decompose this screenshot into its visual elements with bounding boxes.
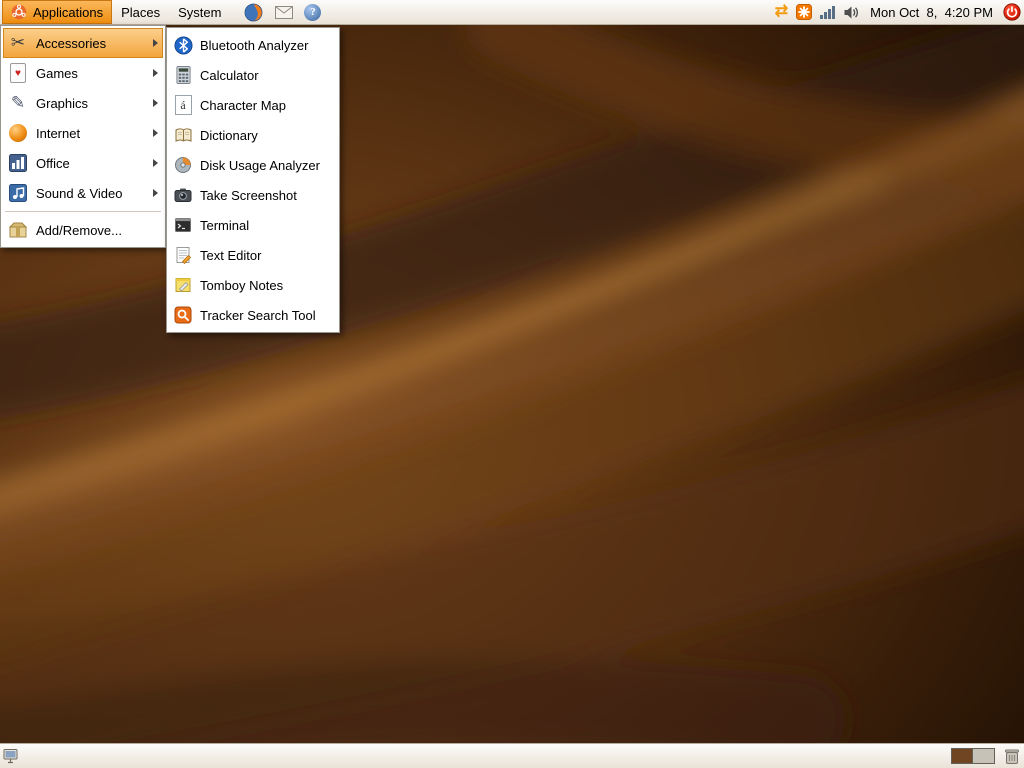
system-tray: Mon Oct 8, 4:20 PM [775,0,1024,24]
dictionary-icon [172,123,194,147]
office-icon [6,151,30,175]
menu-item-graphics[interactable]: Graphics [3,88,163,118]
bottom-panel [0,743,1024,768]
menu-item-accessories[interactable]: Accessories [3,28,163,58]
sound-video-icon [6,181,30,205]
menu-separator [5,211,161,212]
clock[interactable]: Mon Oct 8, 4:20 PM [868,5,995,20]
applications-dropdown-menu: Accessories Games Graphics Internet [0,25,166,248]
trash-icon[interactable] [1003,747,1021,765]
panel-launchers [242,1,322,23]
bluetooth-icon [172,33,194,57]
desktop-screen: Applications Places System ? ⇄ Mon Oct 8… [0,0,1024,768]
submenu-item-disk-usage-analyzer[interactable]: Disk Usage Analyzer [169,150,337,180]
show-desktop-icon[interactable] [3,747,21,765]
submenu-item-text-editor[interactable]: Text Editor [169,240,337,270]
submenu-item-character-map[interactable]: Character Map [169,90,337,120]
submenu-item-tracker-search-tool[interactable]: Tracker Search Tool [169,300,337,330]
screenshot-icon [172,183,194,207]
calculator-icon [172,63,194,87]
firefox-icon[interactable] [242,1,264,23]
submenu-item-terminal[interactable]: Terminal [169,210,337,240]
menu-item-sound-video[interactable]: Sound & Video [3,178,163,208]
software-update-icon[interactable] [796,4,813,20]
accessories-icon [6,31,30,55]
applications-menu-label: Applications [33,4,104,20]
submenu-arrow-icon [153,189,158,197]
submenu-item-calculator[interactable]: Calculator [169,60,337,90]
internet-icon [6,121,30,145]
applications-menu-button[interactable]: Applications [2,0,113,24]
system-menu-label: System [178,4,222,20]
places-menu-label: Places [121,4,161,20]
add-remove-icon [6,218,30,242]
disk-usage-icon [172,153,194,177]
menubar: Applications Places System [0,0,230,24]
workspace-switcher[interactable] [951,748,995,764]
tomboy-notes-icon [172,273,194,297]
graphics-icon [6,91,30,115]
network-transfer-icon[interactable] [775,4,788,20]
top-panel: Applications Places System ? ⇄ Mon Oct 8… [0,0,1024,25]
power-button-icon[interactable] [1003,3,1021,21]
submenu-item-tomboy-notes[interactable]: Tomboy Notes [169,270,337,300]
text-editor-icon [172,243,194,267]
volume-icon[interactable] [843,5,860,20]
submenu-arrow-icon [153,99,158,107]
help-icon[interactable] [304,3,322,21]
ubuntu-logo-icon [11,4,27,20]
tracker-search-icon [172,303,194,327]
menu-item-add-remove[interactable]: Add/Remove... [3,215,163,245]
submenu-item-bluetooth-analyzer[interactable]: Bluetooth Analyzer [169,30,337,60]
submenu-item-dictionary[interactable]: Dictionary [169,120,337,150]
submenu-item-take-screenshot[interactable]: Take Screenshot [169,180,337,210]
workspace-1[interactable] [951,748,973,764]
system-menu-button[interactable]: System [169,0,230,24]
menu-item-internet[interactable]: Internet [3,118,163,148]
character-map-icon [172,93,194,117]
places-menu-button[interactable]: Places [112,0,169,24]
signal-strength-icon[interactable] [820,5,836,19]
submenu-arrow-icon [153,69,158,77]
menu-item-office[interactable]: Office [3,148,163,178]
workspace-2[interactable] [973,748,995,764]
games-icon [6,61,30,85]
submenu-arrow-icon [153,159,158,167]
email-icon[interactable] [273,1,295,23]
submenu-arrow-icon [153,129,158,137]
terminal-icon [172,213,194,237]
submenu-arrow-icon [153,39,158,47]
accessories-submenu: Bluetooth Analyzer Calculator Character … [166,27,340,333]
menu-item-games[interactable]: Games [3,58,163,88]
